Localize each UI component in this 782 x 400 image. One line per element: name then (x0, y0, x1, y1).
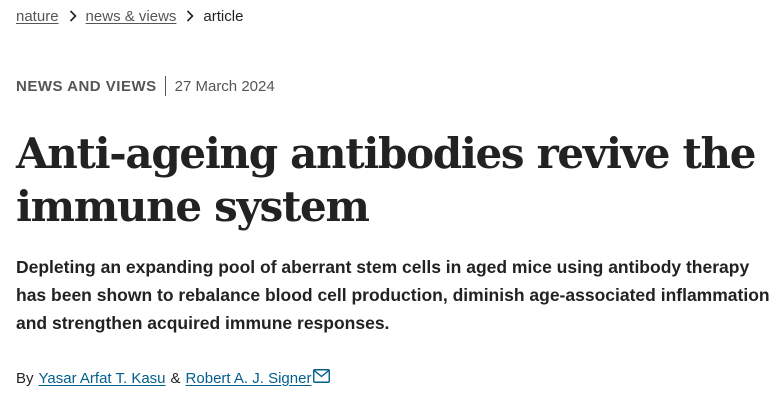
article-title: Anti-ageing antibodies revive the immune… (16, 129, 757, 231)
author-link-signer[interactable]: Robert A. J. Signer (186, 370, 312, 387)
breadcrumb-link-news-views[interactable]: news & views (86, 8, 177, 25)
breadcrumb: nature news & views article (16, 6, 243, 26)
byline-separator: & (170, 370, 181, 387)
envelope-icon[interactable] (313, 368, 331, 383)
article-meta: NEWS AND VIEWS 27 March 2024 (16, 75, 275, 97)
article-standfirst: Depleting an expanding pool of aberrant … (16, 257, 770, 333)
author-link-kasu[interactable]: Yasar Arfat T. Kasu (39, 370, 166, 387)
chevron-right-icon (180, 10, 200, 22)
byline-by-label: By (16, 370, 34, 387)
publication-date: 27 March 2024 (174, 77, 275, 95)
breadcrumb-current-article: article (203, 7, 244, 25)
breadcrumb-link-nature[interactable]: nature (16, 8, 59, 25)
chevron-right-icon (63, 10, 83, 22)
article-type-label: NEWS AND VIEWS (16, 77, 157, 95)
byline: By Yasar Arfat T. Kasu & Robert A. J. Si… (16, 368, 331, 387)
meta-divider (164, 76, 166, 96)
